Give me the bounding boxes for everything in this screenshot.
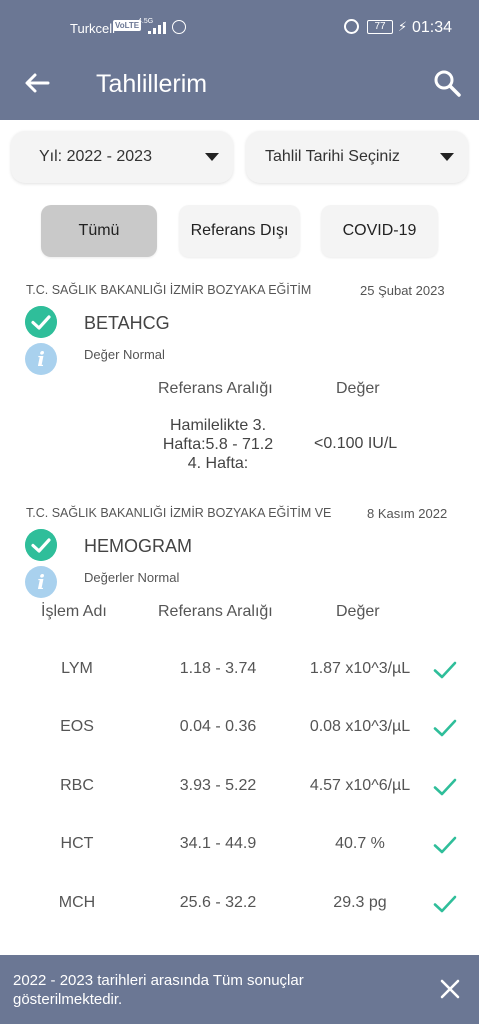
snackbar: 2022 - 2023 tarihleri arasında Tüm sonuç… — [0, 955, 479, 1024]
check-circle-icon — [25, 529, 57, 561]
hospital-name: T.C. SAĞLIK BAKANLIĞI İZMİR BOZYAKA EĞİT… — [26, 506, 332, 520]
result-status: Değer Normal — [84, 347, 165, 362]
test-date-dropdown-label: Tahlil Tarihi Seçiniz — [265, 148, 400, 165]
app-header: Turkcell VoLTE 4.5G 77 ⚡ 01:34 Tahliller… — [0, 0, 479, 120]
info-icon[interactable]: i — [25, 343, 57, 375]
chevron-down-icon — [440, 153, 454, 161]
row-reference-range: 1.18 - 3.74 — [179, 660, 257, 677]
column-header-name: İşlem Adı — [41, 603, 107, 620]
volte-badge: VoLTE — [113, 20, 142, 31]
year-dropdown-label: Yıl: 2022 - 2023 — [39, 148, 152, 165]
row-reference-range: 0.04 - 0.36 — [179, 718, 257, 735]
check-icon — [433, 895, 457, 913]
tab-out-of-range[interactable]: Referans Dışı — [179, 205, 300, 257]
row-reference-range: 25.6 - 32.2 — [179, 894, 257, 911]
row-value: 4.57 x10^6/µL — [309, 777, 411, 794]
row-value: 40.7 % — [335, 835, 385, 852]
close-icon[interactable] — [438, 977, 462, 1001]
reference-line: Hafta:5.8 - 71.2 — [162, 436, 274, 453]
whatsapp-icon — [172, 20, 186, 34]
row-reference-range: 3.93 - 5.22 — [179, 777, 257, 794]
table-row[interactable]: HCT 34.1 - 44.9 40.7 % — [0, 830, 479, 860]
result-date: 25 Şubat 2023 — [360, 283, 445, 298]
arrow-left-icon[interactable] — [22, 68, 52, 98]
info-icon[interactable]: i — [25, 566, 57, 598]
test-name: BETAHCG — [84, 313, 170, 333]
row-value: 29.3 pg — [333, 894, 387, 911]
tab-all[interactable]: Tümü — [41, 205, 157, 257]
row-reference-range: 34.1 - 44.9 — [179, 835, 257, 852]
battery-icon: 77 — [367, 20, 393, 34]
row-test-name: RBC — [60, 777, 94, 794]
test-date-dropdown[interactable]: Tahlil Tarihi Seçiniz — [246, 131, 468, 183]
result-status: Değerler Normal — [84, 570, 180, 585]
search-icon[interactable] — [432, 68, 462, 98]
hospital-name: T.C. SAĞLIK BAKANLIĞI İZMİR BOZYAKA EĞİT… — [26, 283, 312, 297]
year-dropdown[interactable]: Yıl: 2022 - 2023 — [11, 131, 233, 183]
test-name: HEMOGRAM — [84, 536, 192, 556]
clock: 01:34 — [412, 19, 453, 36]
row-value: 0.08 x10^3/µL — [309, 718, 411, 735]
power-saving-icon: ⚡ — [398, 19, 408, 34]
result-date: 8 Kasım 2022 — [367, 506, 448, 521]
column-header-reference: Referans Aralığı — [158, 380, 273, 397]
reference-line: Hamilelikte 3. — [169, 417, 267, 434]
reference-line: 4. Hafta: — [187, 455, 249, 472]
result-value: <0.100 IU/L — [314, 435, 398, 452]
check-icon — [433, 661, 457, 679]
tab-covid-19[interactable]: COVID-19 — [321, 205, 438, 257]
table-row[interactable]: MCH 25.6 - 32.2 29.3 pg — [0, 889, 479, 919]
check-icon — [433, 719, 457, 737]
alarm-icon — [344, 19, 359, 34]
reference-range: Hamilelikte 3. Hafta:5.8 - 71.2 4. Hafta… — [150, 416, 286, 473]
column-header-value: Değer — [336, 380, 380, 397]
chevron-down-icon — [205, 153, 219, 161]
check-icon — [433, 836, 457, 854]
status-bar: Turkcell VoLTE 4.5G 77 ⚡ 01:34 — [0, 0, 479, 44]
carrier-name: Turkcell — [70, 21, 116, 36]
signal-icon — [148, 22, 166, 34]
snackbar-message: 2022 - 2023 tarihleri arasında Tüm sonuç… — [13, 972, 304, 1008]
row-test-name: MCH — [58, 894, 96, 911]
row-test-name: EOS — [60, 718, 94, 735]
table-row[interactable]: LYM 1.18 - 3.74 1.87 x10^3/µL — [0, 655, 479, 685]
row-test-name: LYM — [61, 660, 93, 677]
table-row[interactable]: RBC 3.93 - 5.22 4.57 x10^6/µL — [0, 772, 479, 802]
row-test-name: HCT — [60, 835, 94, 852]
check-circle-icon — [25, 306, 57, 338]
check-icon — [433, 778, 457, 796]
column-header-reference: Referans Aralığı — [158, 603, 273, 620]
row-value: 1.87 x10^3/µL — [309, 660, 411, 677]
page-title: Tahlillerim — [96, 70, 208, 98]
table-row[interactable]: EOS 0.04 - 0.36 0.08 x10^3/µL — [0, 713, 479, 743]
column-header-value: Değer — [336, 603, 380, 620]
